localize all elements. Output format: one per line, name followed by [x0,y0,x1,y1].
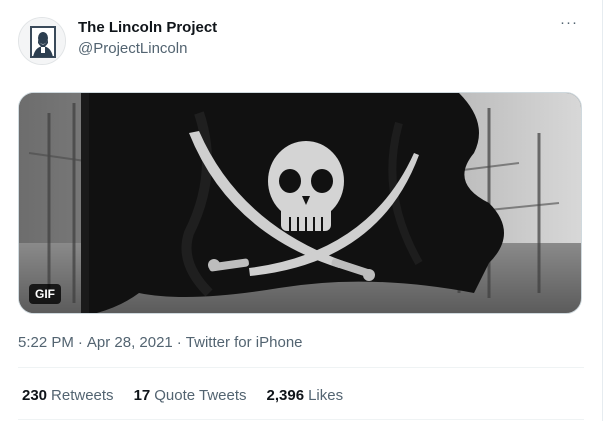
quote-tweets-stat[interactable]: 17 Quote Tweets [134,387,247,404]
pirate-flag-image [19,93,581,313]
divider [18,367,584,368]
lincoln-portrait-icon [19,18,65,64]
tweet-stats: 230 Retweets 17 Quote Tweets 2,396 Likes [22,387,343,404]
tweet-media-gif[interactable]: GIF [18,92,582,314]
retweets-label: Retweets [51,387,114,404]
tweet-source[interactable]: Twitter for iPhone [186,334,303,351]
author-name[interactable]: The Lincoln Project [78,19,217,36]
author-avatar[interactable] [18,17,66,65]
divider [18,419,584,420]
tweet-date[interactable]: Apr 28, 2021 [87,334,173,351]
quote-tweets-label: Quote Tweets [154,387,247,404]
meta-separator: · [176,334,182,351]
tweet-meta: 5:22 PM · Apr 28, 2021 · Twitter for iPhone [18,334,303,351]
likes-stat[interactable]: 2,396 Likes [267,387,344,404]
likes-label: Likes [308,387,344,404]
more-options-icon[interactable]: ··· [558,15,580,30]
tweet-card: The Lincoln Project @ProjectLincoln ··· [0,0,603,421]
likes-count: 2,396 [266,387,305,404]
retweets-count: 230 [22,387,48,404]
gif-badge: GIF [29,284,61,304]
retweets-stat[interactable]: 230 Retweets [22,387,114,404]
meta-separator: · [77,334,83,351]
tweet-time[interactable]: 5:22 PM [18,334,74,351]
author-handle[interactable]: @ProjectLincoln [78,40,187,57]
quote-tweets-count: 17 [133,387,151,404]
